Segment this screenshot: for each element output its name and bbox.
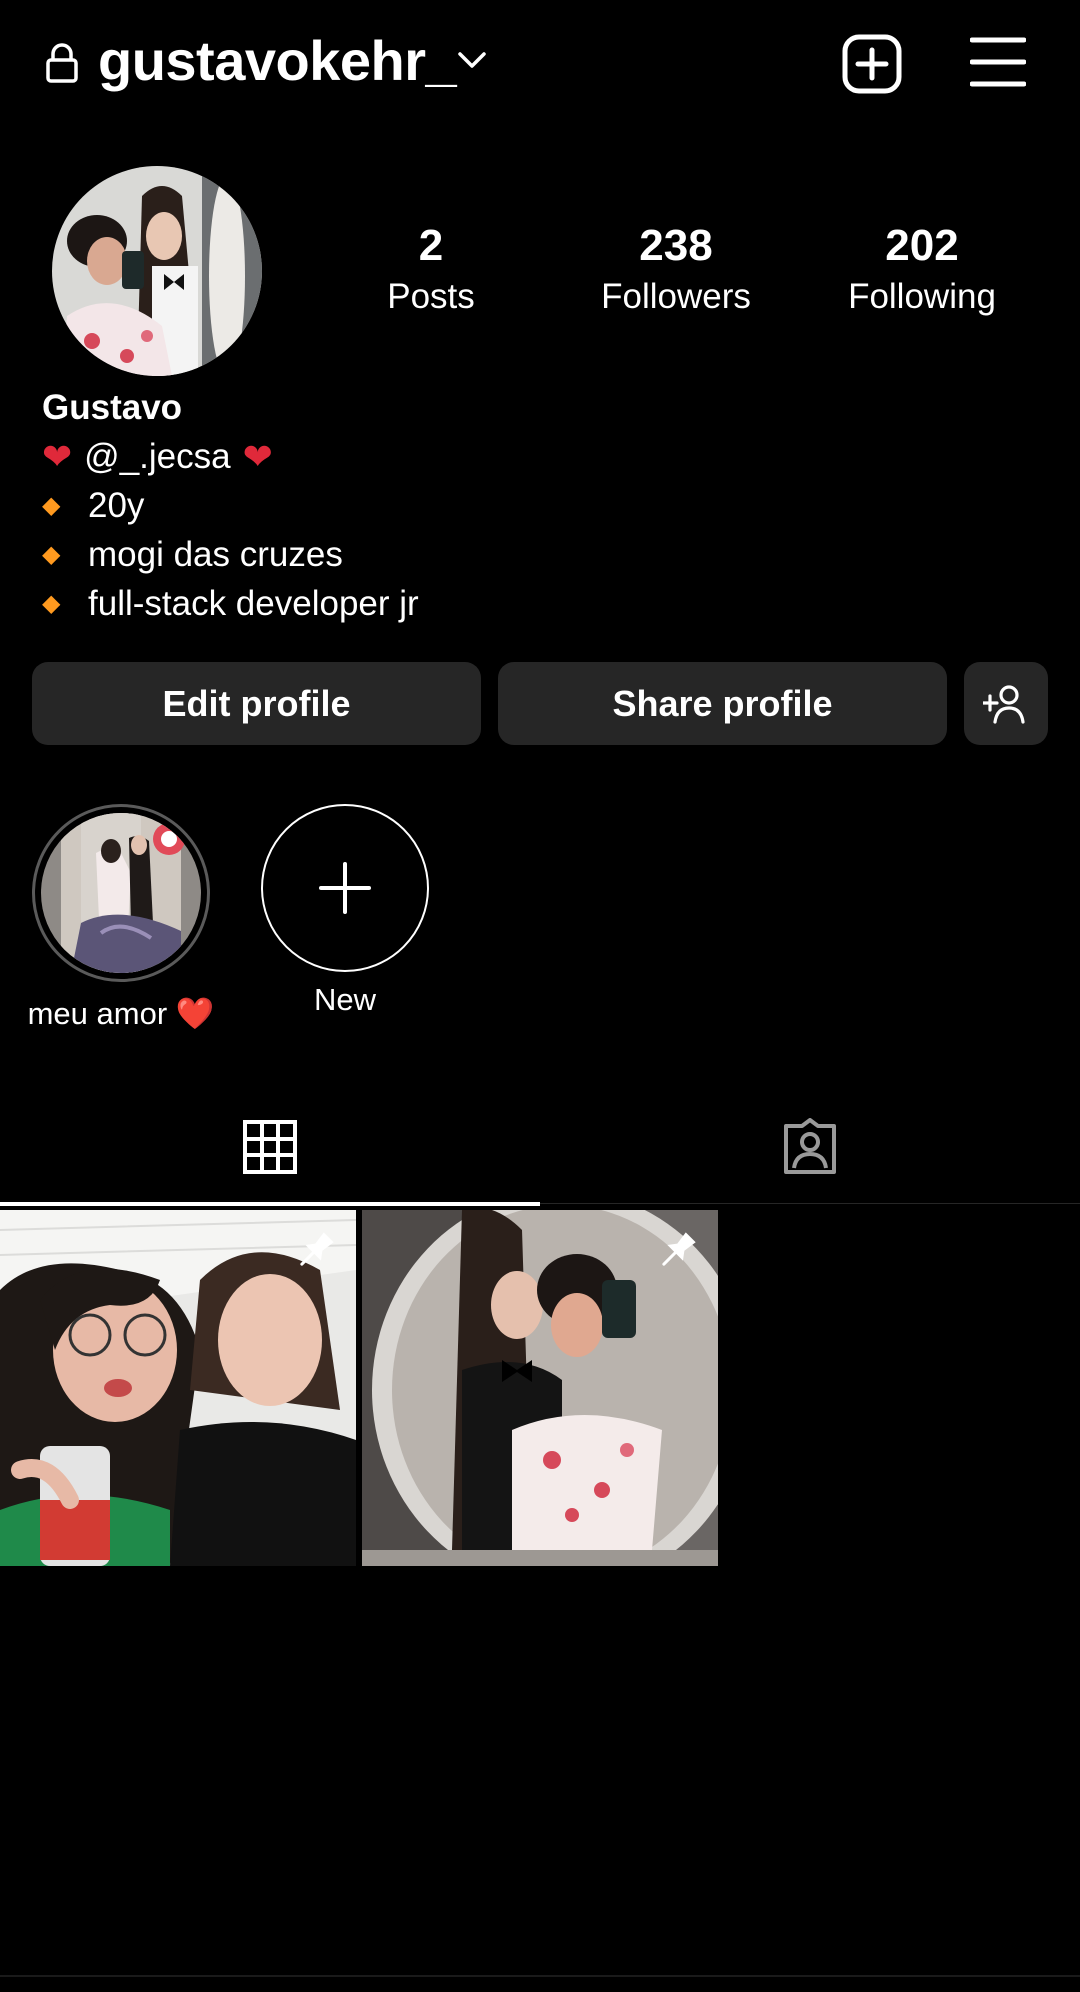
orange-diamond-icon: ◆ <box>42 492 61 519</box>
post-thumbnail[interactable] <box>362 1210 718 1566</box>
bio-line: ◆ full-stack developer jr <box>42 579 419 628</box>
content-tabs <box>0 1090 1080 1206</box>
new-highlight-circle[interactable] <box>261 804 429 972</box>
heart-emoji: ❤ <box>242 436 273 477</box>
bio-line: ◆ mogi das cruzes <box>42 530 419 579</box>
highlight-label: meu amor ❤️ <box>27 996 215 1031</box>
chevron-down-icon[interactable] <box>454 42 490 78</box>
profile-bio: Gustavo ❤ @_.jecsa ❤ ◆ 20y ◆ mogi das cr… <box>42 384 419 628</box>
heart-emoji: ❤ <box>42 436 73 477</box>
profile-page: gustavokehr_ 2 Posts 238 Followers 202 F… <box>0 0 1080 1992</box>
pin-icon <box>300 1232 334 1266</box>
followers-stat[interactable]: 238 Followers <box>576 218 776 320</box>
active-tab-indicator <box>0 1202 540 1206</box>
nav-divider <box>0 1975 1080 1977</box>
new-highlight[interactable]: New <box>260 804 430 1020</box>
pin-icon <box>662 1232 696 1266</box>
posts-count: 2 <box>418 221 444 270</box>
tab-tagged[interactable] <box>540 1090 1080 1204</box>
following-label: Following <box>848 277 996 316</box>
highlight-ring <box>32 804 210 982</box>
posts-label: Posts <box>387 277 475 316</box>
avatar-photo <box>52 166 262 376</box>
discover-people-button[interactable] <box>964 662 1048 745</box>
bio-mention[interactable]: @_.jecsa <box>84 432 230 481</box>
grid-icon <box>243 1120 297 1174</box>
menu-icon[interactable] <box>970 34 1026 90</box>
new-post-icon[interactable] <box>840 32 904 96</box>
lock-icon <box>46 43 78 83</box>
add-person-icon <box>983 684 1025 724</box>
highlight-label: New <box>313 982 376 1017</box>
following-stat[interactable]: 202 Following <box>822 218 1022 320</box>
bio-line-text: 20y <box>88 486 145 525</box>
post-thumbnail[interactable] <box>0 1210 356 1566</box>
bio-line: ◆ 20y <box>42 481 419 530</box>
highlight-cover-photo <box>41 813 201 973</box>
bio-mention-line: ❤ @_.jecsa ❤ <box>42 432 419 481</box>
top-bar: gustavokehr_ <box>0 0 1080 126</box>
plus-icon <box>319 862 371 914</box>
orange-diamond-icon: ◆ <box>42 590 61 617</box>
followers-count: 238 <box>639 221 713 270</box>
display-name: Gustavo <box>42 388 183 427</box>
followers-label: Followers <box>601 277 751 316</box>
orange-diamond-icon: ◆ <box>42 541 61 568</box>
bio-line-text: full-stack developer jr <box>88 584 419 623</box>
account-username[interactable]: gustavokehr_ <box>98 26 457 96</box>
posts-stat[interactable]: 2 Posts <box>331 218 531 320</box>
tagged-icon <box>784 1118 836 1174</box>
bio-line-text: mogi das cruzes <box>88 535 343 574</box>
highlight-meu-amor[interactable]: meu amor ❤️ <box>28 804 214 1034</box>
share-profile-button[interactable]: Share profile <box>498 662 947 745</box>
tab-posts-grid[interactable] <box>0 1090 540 1206</box>
following-count: 202 <box>885 221 959 270</box>
profile-avatar[interactable] <box>52 166 262 376</box>
edit-profile-button[interactable]: Edit profile <box>32 662 481 745</box>
